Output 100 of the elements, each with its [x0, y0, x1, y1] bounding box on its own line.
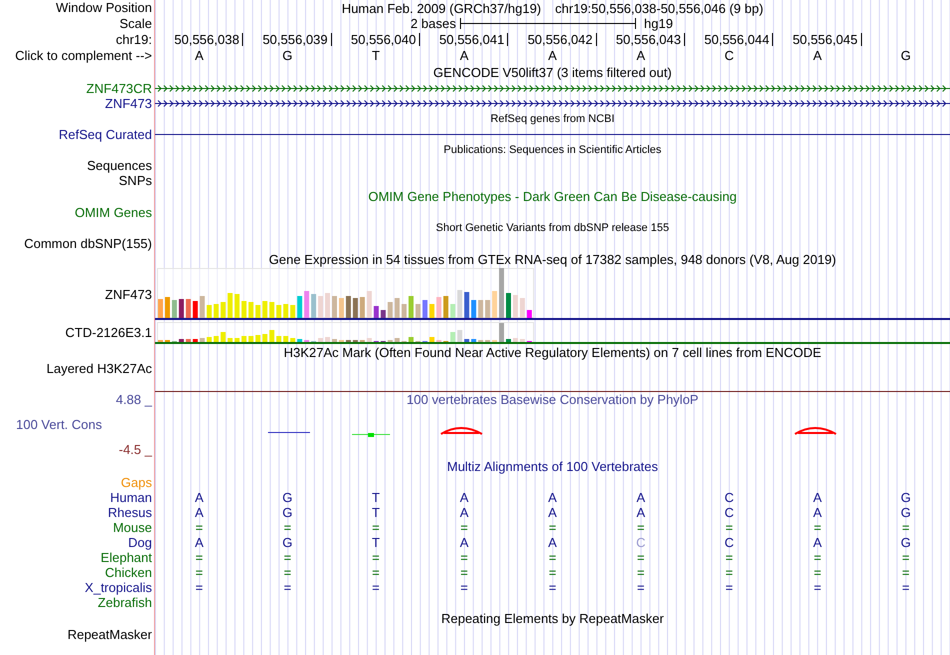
alignment-base: A: [813, 490, 822, 505]
track-title: Short Genetic Variants from dbSNP release 155: [436, 220, 670, 236]
track-label[interactable]: ZNF473: [105, 96, 152, 111]
assembly-name: hg19: [643, 16, 673, 31]
alignment-base: =: [284, 550, 292, 565]
alignment-base: C: [724, 490, 734, 505]
alignment-base: =: [195, 550, 203, 565]
position-tick: 50,556,044: [704, 33, 774, 46]
base-letter[interactable]: T: [372, 48, 380, 63]
track-label[interactable]: Human: [110, 490, 152, 505]
track-label[interactable]: Dog: [128, 535, 152, 550]
alignment-base: =: [284, 520, 292, 535]
track-label[interactable]: Chicken: [105, 565, 152, 580]
position-tick: 50,556,040: [350, 33, 420, 46]
alignment-base: G: [282, 490, 293, 505]
track-label[interactable]: RepeatMasker: [67, 627, 152, 642]
alignment-base: =: [284, 580, 292, 595]
gene-arrow-line[interactable]: [155, 85, 950, 92]
track-title: 100 vertebrates Basewise Conservation by PhyloP: [406, 392, 698, 407]
position-range[interactable]: chr19:50,556,038-50,556,046 (9 bp): [555, 0, 764, 16]
alignment-base: =: [902, 550, 910, 565]
alignment-base: =: [814, 565, 822, 580]
track-label[interactable]: RefSeq Curated: [58, 127, 152, 142]
alignment-base: =: [372, 565, 380, 580]
track-label[interactable]: Layered H3K27Ac: [46, 361, 152, 376]
track-label[interactable]: X_tropicalis: [84, 580, 152, 595]
alignment-base: A: [194, 505, 204, 520]
alignment-base: =: [284, 565, 292, 580]
track-label[interactable]: Click to complement -->: [15, 48, 152, 63]
base-letter[interactable]: A: [636, 48, 646, 63]
base-letter[interactable]: C: [724, 48, 734, 63]
alignment-base: =: [637, 520, 645, 535]
alignment-base: G: [900, 535, 911, 550]
alignment-base: =: [902, 520, 910, 535]
track-label[interactable]: Zebrafish: [98, 595, 152, 610]
alignment-base: =: [637, 550, 645, 565]
alignment-base: =: [460, 520, 468, 535]
base-letter[interactable]: A: [813, 48, 822, 63]
track-title: Publications: Sequences in Scientific Articles: [444, 142, 662, 158]
alignment-base: =: [372, 580, 380, 595]
alignment-base: C: [724, 505, 734, 520]
alignment-base: =: [548, 520, 556, 535]
gene-arrow-line[interactable]: [155, 100, 950, 107]
track-title: RefSeq genes from NCBI: [490, 112, 615, 126]
alignment-base: =: [460, 565, 468, 580]
base-letter[interactable]: A: [194, 48, 204, 63]
base-letter[interactable]: A: [548, 48, 557, 63]
track-label[interactable]: 100 Vert. Cons: [16, 417, 152, 432]
track-title: OMIM Gene Phenotypes - Dark Green Can Be Disease-causing: [368, 189, 737, 204]
alignment-base: A: [194, 535, 204, 550]
track-label[interactable]: ZNF473CR: [86, 81, 152, 96]
track-label[interactable]: Scale: [119, 16, 152, 31]
base-letter[interactable]: A: [460, 48, 468, 63]
track-label[interactable]: OMIM Genes: [74, 205, 152, 220]
alignment-base: =: [548, 550, 556, 565]
position-tick: 50,556,042: [528, 33, 597, 46]
alignment-base: G: [282, 535, 293, 550]
track-title: Repeating Elements by RepeatMasker: [441, 611, 664, 626]
track-title: GENCODE V50lift37 (3 items filtered out): [433, 65, 672, 80]
alignment-base: A: [636, 505, 646, 520]
alignment-base: A: [460, 535, 468, 550]
track-label[interactable]: Elephant: [100, 550, 152, 565]
alignment-base: =: [195, 580, 203, 595]
alignment-base: C: [636, 535, 646, 550]
alignment-base: =: [372, 550, 380, 565]
alignment-base: T: [372, 490, 380, 505]
base-letter[interactable]: G: [282, 48, 293, 63]
alignment-base: A: [460, 505, 468, 520]
alignment-base: G: [282, 505, 293, 520]
alignment-base: G: [900, 490, 911, 505]
alignment-base: =: [814, 580, 822, 595]
alignment-base: A: [548, 505, 557, 520]
track-label[interactable]: Sequences: [86, 158, 152, 173]
conservation-mark: [440, 427, 483, 435]
conservation-mark: [352, 433, 390, 437]
alignment-base: =: [460, 580, 468, 595]
conservation-mark: [268, 432, 310, 433]
track-label[interactable]: Common dbSNP(155): [24, 236, 152, 251]
alignment-base: T: [372, 535, 380, 550]
alignment-base: =: [725, 565, 733, 580]
alignment-base: A: [548, 535, 557, 550]
position-tick: 50,556,043: [616, 33, 685, 46]
alignment-base: =: [460, 550, 468, 565]
alignment-base: A: [460, 490, 468, 505]
alignment-base: =: [902, 580, 910, 595]
axis-max-label: 4.88 _: [116, 392, 152, 407]
alignment-base: =: [548, 580, 556, 595]
alignment-base: A: [194, 490, 204, 505]
track-label[interactable]: Rhesus: [108, 505, 152, 520]
alignment-base: G: [900, 505, 911, 520]
alignment-base: =: [637, 565, 645, 580]
alignment-base: =: [195, 565, 203, 580]
track-label[interactable]: SNPs: [118, 173, 152, 188]
track-label[interactable]: chr19:: [116, 32, 152, 47]
track-label[interactable]: ZNF473: [105, 286, 152, 302]
base-letter[interactable]: G: [900, 48, 911, 63]
track-label[interactable]: Window Position: [56, 0, 152, 15]
track-label[interactable]: CTD-2126E3.1: [65, 324, 152, 340]
track-title: Gene Expression in 54 tissues from GTEx RNA-seq of 17382 samples, 948 donors (V8, Aug 2019): [268, 252, 836, 267]
track-label[interactable]: Mouse: [112, 520, 152, 535]
